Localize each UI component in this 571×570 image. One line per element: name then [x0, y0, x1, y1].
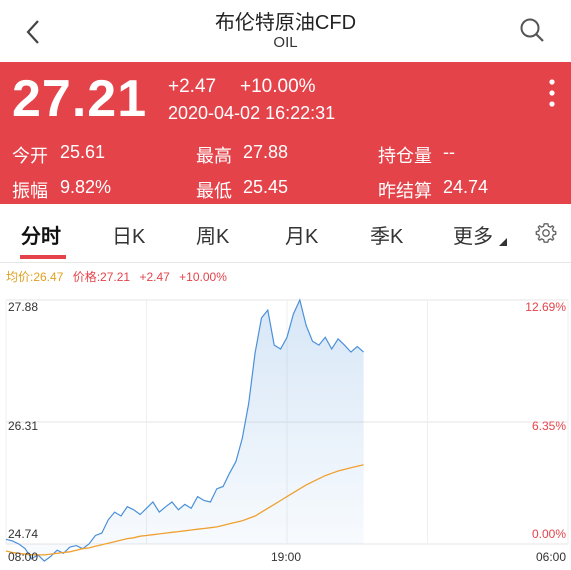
caret-down-icon	[499, 238, 507, 246]
tab-divider	[0, 262, 571, 263]
high-label: 最高	[196, 146, 232, 166]
y-tick-label-left: 24.74	[8, 527, 38, 541]
high-value: 27.88	[243, 142, 289, 162]
gear-icon[interactable]	[535, 222, 557, 244]
open-interest-value: --	[443, 142, 455, 162]
tab-intraday[interactable]: 分时	[21, 220, 61, 249]
more-options-icon[interactable]	[546, 78, 558, 108]
page-subtitle: OIL	[273, 34, 298, 51]
chart-plot-area	[5, 298, 364, 562]
quote-timestamp: 2020-04-02 16:22:31	[168, 103, 336, 123]
tab-quarterly-k[interactable]: 季K	[370, 220, 403, 249]
y-tick-label-right: 6.35%	[532, 419, 566, 433]
open-interest-label: 持仓量	[378, 146, 432, 166]
open-value: 25.61	[60, 142, 106, 162]
tab-weekly-k[interactable]: 周K	[196, 220, 229, 249]
x-tick-label: 19:00	[271, 550, 301, 564]
amplitude-value: 9.82%	[60, 177, 112, 197]
active-tab-indicator	[20, 255, 66, 259]
prev-settlement-value: 24.74	[443, 177, 489, 197]
y-tick-label-left: 27.88	[8, 300, 38, 314]
y-tick-label-left: 26.31	[8, 419, 38, 433]
x-tick-label: 06:00	[536, 550, 566, 564]
x-tick-label: 08:00	[8, 550, 38, 564]
low-label: 最低	[196, 181, 232, 201]
price-change-percent: +10.00%	[240, 76, 316, 97]
tab-daily-k[interactable]: 日K	[112, 220, 145, 249]
y-tick-label-right: 0.00%	[532, 527, 566, 541]
amplitude-label: 振幅	[12, 181, 48, 201]
intraday-chart: 27.88 26.31 24.74 12.69% 6.35% 0.00% 08:00 19:0…	[5, 298, 569, 564]
last-price: 27.21	[12, 70, 148, 128]
price-area	[6, 300, 364, 562]
y-tick-label-right: 12.69%	[525, 300, 566, 314]
search-icon[interactable]	[518, 16, 546, 44]
tab-monthly-k[interactable]: 月K	[285, 220, 318, 249]
prev-settlement-label: 昨结算	[378, 181, 432, 201]
open-label: 今开	[12, 146, 48, 166]
page-title: 布伦特原油CFD	[214, 12, 357, 34]
tab-more[interactable]: 更多	[453, 220, 493, 249]
price-change: +2.47	[168, 76, 217, 97]
low-value: 25.45	[243, 177, 289, 197]
